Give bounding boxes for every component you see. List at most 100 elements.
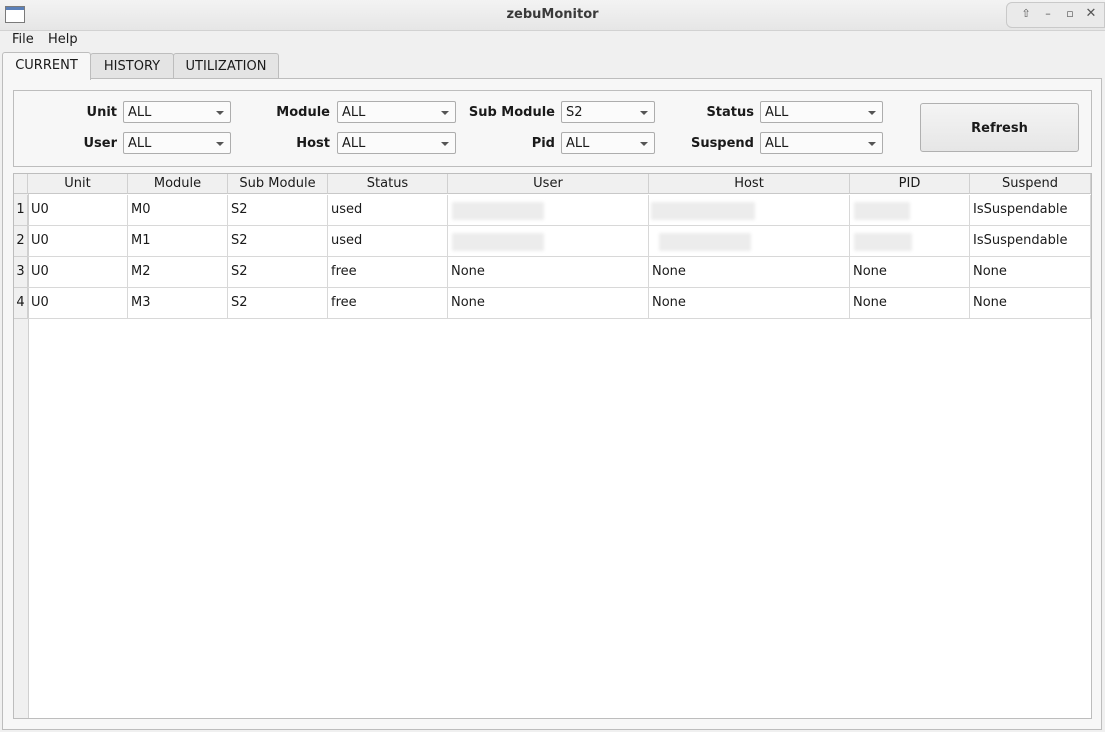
host-label: Host <box>296 136 330 151</box>
user-value: ALL <box>128 136 152 151</box>
redacted-block <box>854 233 912 251</box>
cell-module[interactable]: M2 <box>128 257 228 288</box>
user-label: User <box>83 136 117 151</box>
cell-host[interactable]: None <box>649 288 850 319</box>
redacted-block <box>452 202 544 220</box>
cell-module[interactable]: M3 <box>128 288 228 319</box>
column-header-status[interactable]: Status <box>328 174 448 194</box>
suspend-label: Suspend <box>690 136 754 151</box>
user-combo[interactable]: ALL <box>123 132 231 154</box>
table-corner[interactable] <box>14 174 28 194</box>
cell-suspend[interactable]: IsSuspendable <box>970 226 1091 257</box>
cell-host[interactable] <box>649 226 850 257</box>
table-row[interactable]: 4 U0 M3 S2 free None None None None <box>14 288 1091 319</box>
module-label: Module <box>276 105 330 120</box>
minimize-icon[interactable]: – <box>1039 6 1057 22</box>
pid-label: Pid <box>531 136 555 151</box>
table-row[interactable]: 3 U0 M2 S2 free None None None None <box>14 257 1091 288</box>
cell-pid[interactable] <box>850 226 970 257</box>
column-header-unit[interactable]: Unit <box>28 174 128 194</box>
cell-user[interactable] <box>448 195 649 226</box>
cell-status[interactable]: used <box>328 195 448 226</box>
cell-pid[interactable] <box>850 195 970 226</box>
unit-label: Unit <box>86 105 117 120</box>
shade-icon[interactable]: ⇧ <box>1017 6 1035 22</box>
column-header-sub-module[interactable]: Sub Module <box>228 174 328 194</box>
cell-pid[interactable]: None <box>850 257 970 288</box>
table-row[interactable]: 1 U0 M0 S2 used IsSuspendable <box>14 195 1091 226</box>
column-header-module[interactable]: Module <box>128 174 228 194</box>
redacted-block <box>651 202 755 220</box>
cell-module[interactable]: M1 <box>128 226 228 257</box>
sub-module-value: S2 <box>566 105 583 120</box>
cell-status[interactable]: used <box>328 226 448 257</box>
cell-status[interactable]: free <box>328 257 448 288</box>
refresh-button[interactable]: Refresh <box>920 103 1079 152</box>
cell-sub-module[interactable]: S2 <box>228 226 328 257</box>
cell-status[interactable]: free <box>328 288 448 319</box>
cell-suspend[interactable]: IsSuspendable <box>970 195 1091 226</box>
suspend-value: ALL <box>765 136 789 151</box>
host-combo[interactable]: ALL <box>337 132 456 154</box>
cell-suspend[interactable]: None <box>970 257 1091 288</box>
column-header-user[interactable]: User <box>448 174 649 194</box>
cell-unit[interactable]: U0 <box>28 195 128 226</box>
cell-unit[interactable]: U0 <box>28 226 128 257</box>
dropdown-arrow-icon <box>441 142 449 146</box>
host-value: ALL <box>342 136 366 151</box>
unit-combo[interactable]: ALL <box>123 101 231 123</box>
redacted-block <box>659 233 751 251</box>
menu-bar: File Help <box>0 30 1105 50</box>
cell-user[interactable]: None <box>448 257 649 288</box>
dropdown-arrow-icon <box>640 111 648 115</box>
cell-host[interactable]: None <box>649 257 850 288</box>
column-header-suspend[interactable]: Suspend <box>970 174 1091 194</box>
table-row[interactable]: 2 U0 M1 S2 used IsSuspendable <box>14 226 1091 257</box>
cell-pid[interactable]: None <box>850 288 970 319</box>
row-number[interactable]: 3 <box>14 257 28 288</box>
dropdown-arrow-icon <box>216 142 224 146</box>
maximize-icon[interactable]: ▫ <box>1061 6 1079 22</box>
dropdown-arrow-icon <box>216 111 224 115</box>
status-combo[interactable]: ALL <box>760 101 883 123</box>
status-label: Status <box>706 105 754 120</box>
cell-user[interactable] <box>448 226 649 257</box>
tab-utilization[interactable]: UTILIZATION <box>173 53 279 79</box>
cell-sub-module[interactable]: S2 <box>228 288 328 319</box>
cell-sub-module[interactable]: S2 <box>228 195 328 226</box>
module-value: ALL <box>342 105 366 120</box>
dropdown-arrow-icon <box>868 142 876 146</box>
unit-value: ALL <box>128 105 152 120</box>
pid-combo[interactable]: ALL <box>561 132 655 154</box>
row-number[interactable]: 1 <box>14 195 28 226</box>
close-icon[interactable]: ✕ <box>1082 6 1100 22</box>
menu-help[interactable]: Help <box>48 32 78 47</box>
module-table: Unit Module Sub Module Status User Host … <box>13 173 1092 719</box>
row-number[interactable]: 2 <box>14 226 28 257</box>
tab-current[interactable]: CURRENT <box>2 52 91 80</box>
dropdown-arrow-icon <box>868 111 876 115</box>
sub-module-combo[interactable]: S2 <box>561 101 655 123</box>
redacted-block <box>854 202 910 220</box>
suspend-combo[interactable]: ALL <box>760 132 883 154</box>
dropdown-arrow-icon <box>640 142 648 146</box>
title-bar: zebuMonitor ⇧ – ▫ ✕ <box>0 0 1105 31</box>
row-number[interactable]: 4 <box>14 288 28 319</box>
cell-unit[interactable]: U0 <box>28 288 128 319</box>
status-value: ALL <box>765 105 789 120</box>
cell-unit[interactable]: U0 <box>28 257 128 288</box>
cell-user[interactable]: None <box>448 288 649 319</box>
cell-sub-module[interactable]: S2 <box>228 257 328 288</box>
cell-suspend[interactable]: None <box>970 288 1091 319</box>
column-header-host[interactable]: Host <box>649 174 850 194</box>
sub-module-label: Sub Module <box>468 105 555 120</box>
window-title: zebuMonitor <box>506 7 599 22</box>
module-combo[interactable]: ALL <box>337 101 456 123</box>
redacted-block <box>452 233 544 251</box>
cell-module[interactable]: M0 <box>128 195 228 226</box>
column-header-pid[interactable]: PID <box>850 174 970 194</box>
cell-host[interactable] <box>649 195 850 226</box>
menu-file[interactable]: File <box>12 32 34 47</box>
pid-value: ALL <box>566 136 590 151</box>
tab-history[interactable]: HISTORY <box>90 53 174 79</box>
